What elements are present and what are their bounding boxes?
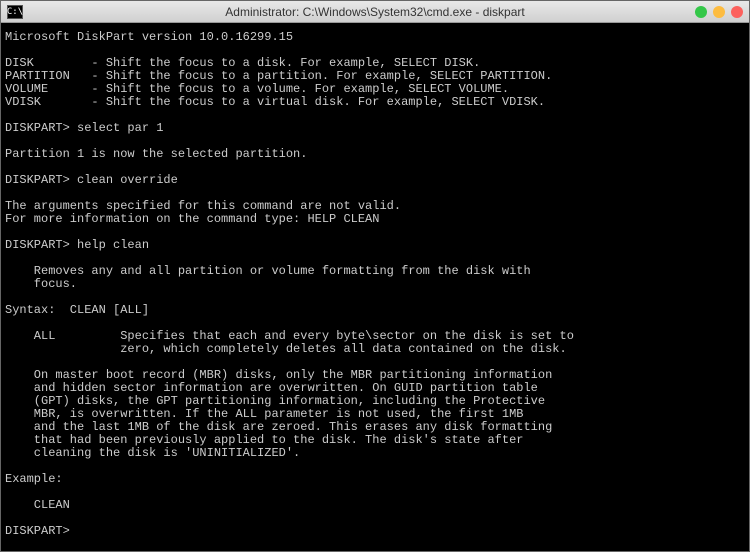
titlebar[interactable]: C:\ Administrator: C:\Windows\System32\c… bbox=[1, 1, 749, 23]
close-button[interactable] bbox=[731, 6, 743, 18]
terminal-line bbox=[5, 512, 745, 525]
maximize-button[interactable] bbox=[713, 6, 725, 18]
terminal-line: focus. bbox=[5, 278, 745, 291]
terminal-line: DISKPART> clean override bbox=[5, 174, 745, 187]
terminal-line: zero, which completely deletes all data … bbox=[5, 343, 745, 356]
terminal-line bbox=[5, 460, 745, 473]
terminal-line: cleaning the disk is 'UNINITIALIZED'. bbox=[5, 447, 745, 460]
terminal-line: Partition 1 is now the selected partitio… bbox=[5, 148, 745, 161]
minimize-button[interactable] bbox=[695, 6, 707, 18]
terminal-line: Example: bbox=[5, 473, 745, 486]
terminal-line: Microsoft DiskPart version 10.0.16299.15 bbox=[5, 31, 745, 44]
terminal-line: DISKPART> help clean bbox=[5, 239, 745, 252]
terminal-line: CLEAN bbox=[5, 499, 745, 512]
terminal-line: For more information on the command type… bbox=[5, 213, 745, 226]
window-title: Administrator: C:\Windows\System32\cmd.e… bbox=[7, 5, 743, 19]
terminal-line: Removes any and all partition or volume … bbox=[5, 265, 745, 278]
terminal-output[interactable]: Microsoft DiskPart version 10.0.16299.15… bbox=[1, 23, 749, 551]
terminal-line: DISKPART> bbox=[5, 525, 745, 538]
window-controls bbox=[695, 6, 743, 18]
cmd-window: C:\ Administrator: C:\Windows\System32\c… bbox=[0, 0, 750, 552]
terminal-line: VDISK - Shift the focus to a virtual dis… bbox=[5, 96, 745, 109]
terminal-line bbox=[5, 486, 745, 499]
terminal-line: Syntax: CLEAN [ALL] bbox=[5, 304, 745, 317]
terminal-line: DISKPART> select par 1 bbox=[5, 122, 745, 135]
